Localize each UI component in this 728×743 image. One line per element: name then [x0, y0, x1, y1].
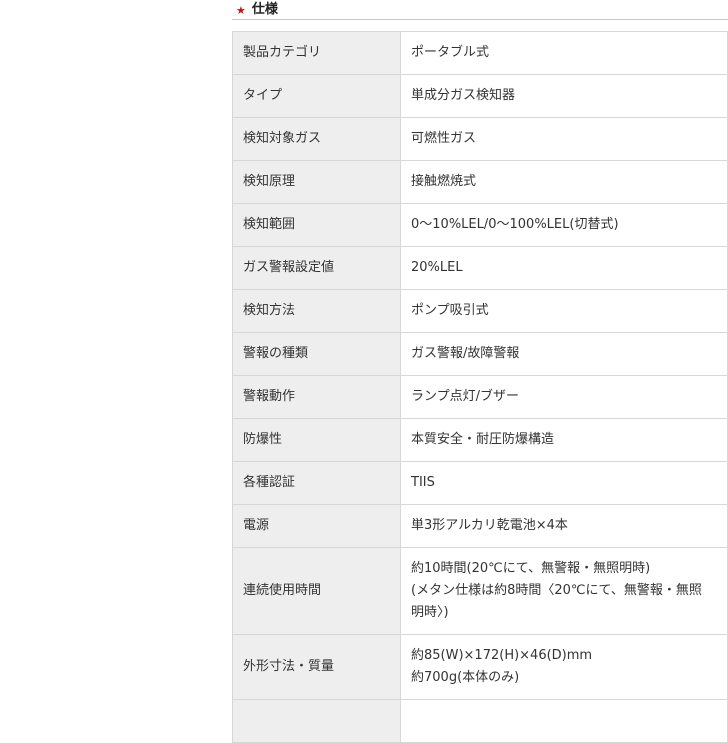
- spec-label: 警報動作: [232, 375, 401, 419]
- spec-value: 0～10%LEL/0～100%LEL(切替式): [400, 203, 728, 247]
- spec-value-line: ガス警報/故障警報: [411, 346, 520, 361]
- spec-value-line: 20%LEL: [411, 260, 463, 275]
- spec-value-line: 単成分ガス検知器: [411, 88, 516, 103]
- spec-label: 外形寸法・質量: [232, 634, 401, 700]
- spec-value-line: 明時〉): [411, 605, 449, 620]
- spec-label: 検知原理: [232, 160, 401, 204]
- table-row: 製品カテゴリ ポータブル式: [232, 31, 728, 75]
- spec-label: 各種認証: [232, 461, 401, 505]
- table-row: 警報の種類 ガス警報/故障警報: [232, 332, 728, 376]
- spec-value-line: 可燃性ガス: [411, 131, 477, 146]
- spec-value: 接触燃焼式: [400, 160, 728, 204]
- spec-value: TIIS: [400, 461, 728, 505]
- spec-value-line: ポータブル式: [411, 45, 490, 60]
- section-title: 仕様: [251, 2, 278, 17]
- spec-value-line: ポンプ吸引式: [411, 303, 489, 318]
- table-row: ガス警報設定値 20%LEL: [232, 246, 728, 290]
- table-row: 電源 単3形アルカリ乾電池×4本: [232, 504, 728, 548]
- spec-label: ガス警報設定値: [232, 246, 401, 290]
- spec-table: 製品カテゴリ ポータブル式 タイプ 単成分ガス検知器 検知対象ガス 可燃性ガス 検知原理 接触…: [232, 31, 728, 743]
- spec-label: 電源: [232, 504, 401, 548]
- table-row: 各種認証 TIIS: [232, 461, 728, 505]
- spec-value: 本質安全・耐圧防爆構造: [400, 418, 728, 462]
- spec-value: 約85(W)×172(H)×46(D)mm 約700g(本体のみ): [400, 634, 728, 700]
- spec-value: ガス警報/故障警報: [400, 332, 728, 376]
- spec-label: 検知範囲: [232, 203, 401, 247]
- spec-value: 単成分ガス検知器: [400, 74, 728, 118]
- table-row: 検知方法 ポンプ吸引式: [232, 289, 728, 333]
- spec-label: 検知方法: [232, 289, 401, 333]
- section-heading: ★ 仕様: [232, 0, 728, 20]
- spec-label: 防爆性: [232, 418, 401, 462]
- spec-value: ランプ点灯/ブザー: [400, 375, 728, 419]
- spec-value: 可燃性ガス: [400, 117, 728, 161]
- spec-value-line: 約85(W)×172(H)×46(D)mm: [411, 648, 593, 663]
- spec-value-line: 約700g(本体のみ): [411, 670, 520, 685]
- table-row: 検知原理 接触燃焼式: [232, 160, 728, 204]
- spec-value-line: (メタン仕様は約8時間〈20℃にて、無警報・無照: [411, 583, 702, 598]
- spec-value-line: 0～10%LEL/0～100%LEL(切替式): [411, 217, 619, 232]
- spec-value: [400, 699, 728, 743]
- spec-label: [232, 699, 401, 743]
- spec-value: 単3形アルカリ乾電池×4本: [400, 504, 728, 548]
- table-row: [232, 699, 728, 743]
- spec-value-line: 約10時間(20℃にて、無警報・無照明時): [411, 561, 651, 576]
- spec-value-line: 接触燃焼式: [411, 174, 477, 189]
- table-row: 防爆性 本質安全・耐圧防爆構造: [232, 418, 728, 462]
- spec-label: 検知対象ガス: [232, 117, 401, 161]
- spec-value: 20%LEL: [400, 246, 728, 290]
- spec-value-line: 単3形アルカリ乾電池×4本: [411, 518, 568, 533]
- spec-label: 警報の種類: [232, 332, 401, 376]
- spec-value: 約10時間(20℃にて、無警報・無照明時) (メタン仕様は約8時間〈20℃にて、無…: [400, 547, 728, 635]
- table-row: 検知範囲 0～10%LEL/0～100%LEL(切替式): [232, 203, 728, 247]
- spec-table-body: 製品カテゴリ ポータブル式 タイプ 単成分ガス検知器 検知対象ガス 可燃性ガス 検知原理 接触…: [232, 31, 728, 743]
- spec-value-line: ランプ点灯/ブザー: [411, 389, 519, 404]
- table-row: 外形寸法・質量 約85(W)×172(H)×46(D)mm 約700g(本体のみ): [232, 634, 728, 700]
- spec-value-line: TIIS: [411, 475, 435, 490]
- spec-label: 製品カテゴリ: [232, 31, 401, 75]
- spec-label: 連続使用時間: [232, 547, 401, 635]
- spec-label: タイプ: [232, 74, 401, 118]
- spec-value: ポータブル式: [400, 31, 728, 75]
- table-row: タイプ 単成分ガス検知器: [232, 74, 728, 118]
- table-row: 警報動作 ランプ点灯/ブザー: [232, 375, 728, 419]
- table-row: 検知対象ガス 可燃性ガス: [232, 117, 728, 161]
- spec-section: ★ 仕様 製品カテゴリ ポータブル式 タイプ 単成分ガス検知器 検知対象ガス 可燃性ガス検…: [232, 0, 728, 743]
- star-icon: ★: [236, 4, 246, 17]
- table-row: 連続使用時間 約10時間(20℃にて、無警報・無照明時) (メタン仕様は約8時間〈2…: [232, 547, 728, 635]
- spec-value: ポンプ吸引式: [400, 289, 728, 333]
- spec-value-line: 本質安全・耐圧防爆構造: [411, 432, 555, 447]
